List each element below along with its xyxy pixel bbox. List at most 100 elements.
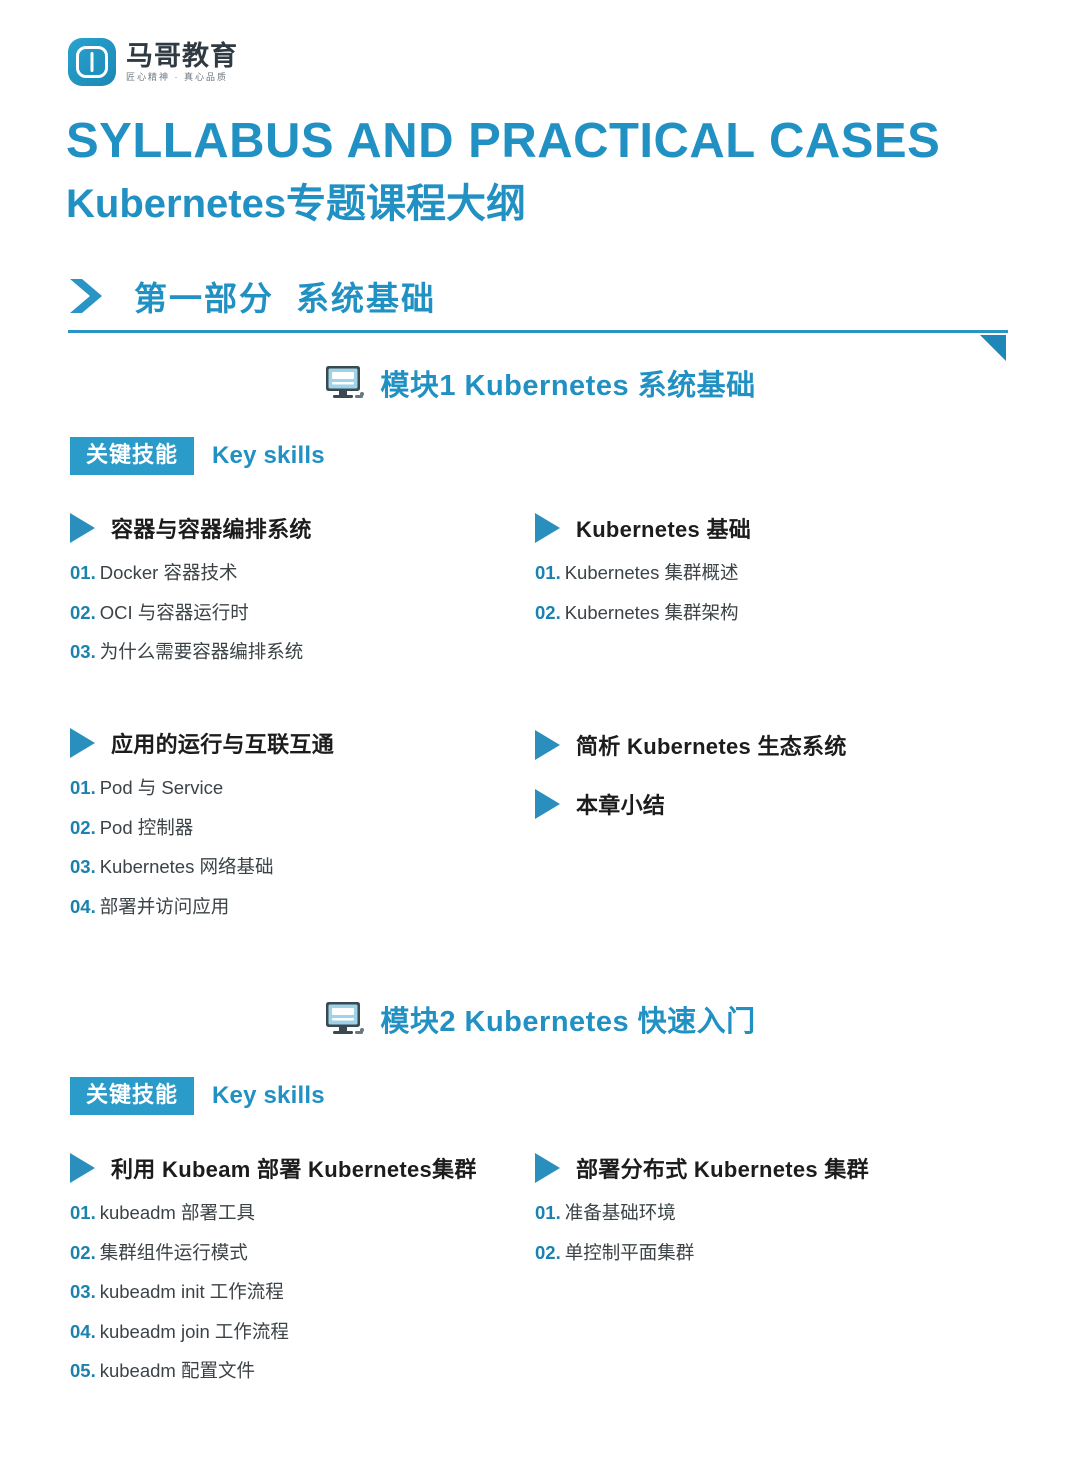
skill-group-title: 利用 Kubeam 部署 Kubernetes集群 [111,1157,477,1182]
skill-group-title: 容器与容器编排系统 [111,517,312,542]
list-item: 01. Docker 容器技术 [70,562,312,583]
item-label: 集群组件运行模式 [99,1241,248,1263]
skill-group-header: 简析 Kubernetes 生态系统 [535,729,847,761]
item-label: OCI 与容器运行时 [99,601,249,623]
list-item: 03. 为什么需要容器编排系统 [70,641,312,662]
item-number: 03. [70,641,96,662]
skill-group: 利用 Kubeam 部署 Kubernetes集群 01. kubeadm 部署… [70,1152,477,1381]
skill-item-list: 01. Pod 与 Service 02. Pod 控制器 03. Kubern… [70,777,334,917]
item-number: 03. [70,1281,96,1302]
item-label: 为什么需要容器编排系统 [99,641,304,662]
skill-item-list: 01. kubeadm 部署工具 02. 集群组件运行模式 03. kubead… [70,1202,477,1381]
key-skills-badge-cn: 关键技能 [70,437,195,475]
brand-logo-text: 马哥教育 匠心精神 · 真心品质 [126,40,238,82]
list-item: 02. Pod 控制器 [70,816,334,838]
module-1-heading: 模块1 Kubernetes 系统基础 [0,362,1080,404]
triangle-right-icon [70,1153,95,1183]
skill-group: 容器与容器编排系统 01. Docker 容器技术 02. OCI 与容器运行时… [70,512,312,662]
module-1-title: 模块1 Kubernetes 系统基础 [380,370,756,402]
skill-group: 应用的运行与互联互通 01. Pod 与 Service 02. Pod 控制器… [70,727,334,916]
item-number: 01. [70,1202,96,1223]
page-title-cn: Kubernetes专题课程大纲 [66,182,527,226]
item-label: 部署并访问应用 [99,895,230,917]
item-number: 03. [70,856,96,877]
skill-group-title: 简析 Kubernetes 生态系统 [576,734,847,759]
item-label: kubeadm join 工作流程 [99,1320,289,1342]
triangle-right-icon [535,789,560,819]
part-name: 系统基础 [296,280,436,317]
item-label: Pod 控制器 [99,816,194,838]
list-item: 01. Pod 与 Service [70,777,334,798]
skill-item-list: 01. Docker 容器技术 02. OCI 与容器运行时 03. 为什么需要… [70,562,312,662]
list-item: 01. Kubernetes 集群概述 [535,562,751,583]
item-number: 02. [70,601,96,623]
triangle-right-icon [535,513,560,543]
skill-group: 简析 Kubernetes 生态系统 [535,729,847,761]
item-label: kubeadm 部署工具 [99,1202,255,1223]
skill-group: 部署分布式 Kubernetes 集群 01. 准备基础环境 02. 单控制平面… [535,1152,869,1262]
list-item: 02. Kubernetes 集群架构 [535,601,751,623]
module-2-key-skills: 关键技能 Key skills [70,1077,325,1115]
list-item: 02. 集群组件运行模式 [70,1241,477,1263]
triangle-accent-icon [980,335,1006,361]
page-title-en: SYLLABUS AND PRACTICAL CASES [66,114,941,168]
desktop-computer-icon [326,1002,365,1034]
item-number: 02. [70,1241,96,1263]
skill-group: Kubernetes 基础 01. Kubernetes 集群概述 02. Ku… [535,512,751,622]
skill-group-title: 本章小结 [576,793,666,818]
list-item: 04. kubeadm join 工作流程 [70,1320,477,1342]
skill-group-header: 部署分布式 Kubernetes 集群 [535,1152,869,1184]
mage-logo-icon [68,38,116,86]
skill-item-list: 01. 准备基础环境 02. 单控制平面集群 [535,1202,869,1263]
list-item: 04. 部署并访问应用 [70,895,334,917]
item-label: Kubernetes 集群概述 [564,562,739,583]
triangle-right-icon [70,513,95,543]
skill-group-header: 利用 Kubeam 部署 Kubernetes集群 [70,1152,477,1184]
brand-logo: 马哥教育 匠心精神 · 真心品质 [68,38,238,86]
item-label: 准备基础环境 [564,1202,676,1223]
item-label: 单控制平面集群 [564,1241,695,1263]
module-2-title: 模块2 Kubernetes 快速入门 [380,1006,756,1038]
item-number: 01. [535,1202,561,1223]
item-number: 01. [70,777,96,798]
list-item: 01. kubeadm 部署工具 [70,1202,477,1223]
item-number: 04. [70,895,96,917]
brand-name: 马哥教育 [126,40,238,71]
item-number: 01. [535,562,561,583]
skill-group-title: 部署分布式 Kubernetes 集群 [576,1157,869,1182]
list-item: 02. 单控制平面集群 [535,1241,869,1263]
skill-group-header: Kubernetes 基础 [535,512,751,544]
triangle-right-icon [535,730,560,760]
item-number: 05. [70,1360,96,1381]
item-label: kubeadm init 工作流程 [99,1281,284,1302]
item-number: 02. [535,601,561,623]
skill-group-header: 应用的运行与互联互通 [70,727,334,759]
item-number: 04. [70,1320,96,1342]
item-label: kubeadm 配置文件 [99,1360,255,1381]
module-1-key-skills: 关键技能 Key skills [70,437,325,475]
item-label: Pod 与 Service [99,777,224,798]
item-number: 02. [535,1241,561,1263]
list-item: 02. OCI 与容器运行时 [70,601,312,623]
module-2-heading: 模块2 Kubernetes 快速入门 [0,998,1080,1040]
brand-tagline: 匠心精神 · 真心品质 [126,71,228,82]
part-divider [68,330,1008,333]
item-number: 02. [70,816,96,838]
triangle-right-icon [535,1153,560,1183]
desktop-computer-icon [326,366,365,398]
skill-group-header: 本章小结 [535,788,665,820]
item-label: Docker 容器技术 [99,562,238,583]
key-skills-badge-cn: 关键技能 [70,1077,195,1115]
item-number: 01. [70,562,96,583]
item-label: Kubernetes 网络基础 [99,856,274,877]
skill-group-title: 应用的运行与互联互通 [111,732,335,757]
list-item: 03. Kubernetes 网络基础 [70,856,334,877]
chevron-right-icon [70,279,102,313]
syllabus-page: 马哥教育 匠心精神 · 真心品质 SYLLABUS AND PRACTICAL … [0,0,1080,1475]
key-skills-badge-en: Key skills [212,442,325,469]
list-item: 01. 准备基础环境 [535,1202,869,1223]
skill-item-list: 01. Kubernetes 集群概述 02. Kubernetes 集群架构 [535,562,751,623]
key-skills-badge-en: Key skills [212,1082,325,1109]
part-heading: 第一部分 系统基础 [68,272,436,320]
item-label: Kubernetes 集群架构 [564,601,739,623]
